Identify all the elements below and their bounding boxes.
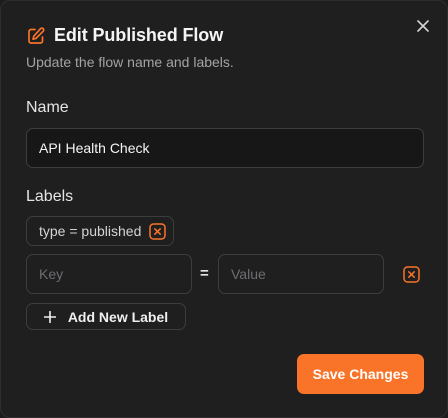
dialog-title: Edit Published Flow	[54, 25, 224, 45]
close-icon	[417, 20, 429, 32]
edit-icon	[26, 26, 46, 46]
label-key-input[interactable]	[26, 254, 192, 294]
add-label-button[interactable]: Add New Label	[26, 303, 186, 330]
key-value-separator: =	[200, 265, 209, 282]
x-square-icon	[403, 266, 420, 283]
plus-icon	[43, 310, 56, 323]
close-button[interactable]	[414, 17, 432, 35]
dialog-header: Edit Published Flow	[26, 25, 223, 46]
labels-label: Labels	[26, 188, 74, 205]
remove-label-row-button[interactable]	[403, 266, 420, 283]
label-chip: type = published	[26, 216, 175, 246]
dialog-subtitle: Update the flow name and labels.	[26, 54, 234, 70]
label-value-input[interactable]	[218, 254, 384, 294]
label-chip-remove-button[interactable]	[149, 222, 167, 240]
name-input[interactable]	[26, 128, 424, 168]
add-label-button-text: Add New Label	[67, 308, 169, 325]
x-square-icon	[149, 222, 167, 240]
name-label: Name	[26, 99, 69, 116]
save-changes-button[interactable]: Save Changes	[297, 354, 424, 394]
label-chip-text: type = published	[39, 223, 142, 239]
edit-flow-dialog: Edit Published Flow Update the flow name…	[0, 0, 448, 418]
